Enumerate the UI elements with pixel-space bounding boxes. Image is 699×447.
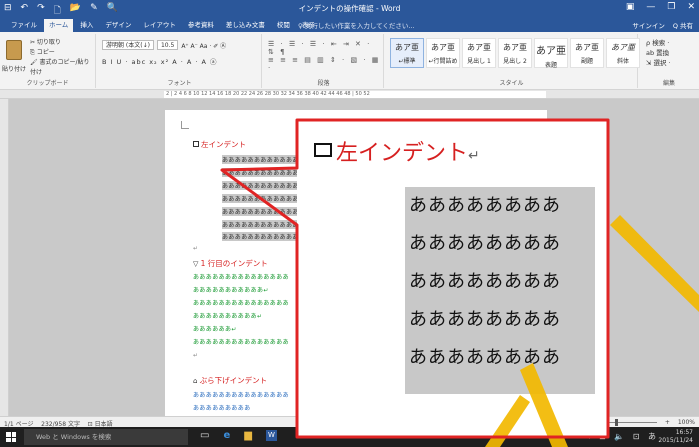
- clipboard-label: クリップボード: [26, 80, 69, 87]
- font-group: 游明朝 (本文(↓) 10.5 A⁺ A⁻ Aa · ✐ Ⓐ B I U · a…: [98, 34, 262, 88]
- zoom-level[interactable]: 100%: [678, 419, 695, 426]
- margin-marker: [181, 121, 189, 129]
- vertical-ruler[interactable]: [0, 99, 9, 416]
- paste-icon[interactable]: [6, 40, 22, 60]
- minimize-button[interactable]: —: [646, 2, 655, 12]
- file-explorer-icon[interactable]: ▆: [244, 430, 252, 441]
- font-name-select[interactable]: 游明朝 (本文(↓): [102, 40, 154, 50]
- taskbar-search[interactable]: Web と Windows を検索: [24, 429, 188, 445]
- window-title: インデントの操作確認 - Word: [298, 4, 401, 13]
- styles-label: スタイル: [499, 80, 524, 87]
- heading-hanging-indent[interactable]: ⌂ ぶら下げインデント: [193, 375, 267, 386]
- magnified-text-block: ああああああああ ああああああああ ああああああああ ああああああああ ああああ…: [405, 187, 595, 394]
- window-controls: ▣ — ❐ ✕: [626, 2, 695, 12]
- ribbon-display-icon[interactable]: ▣: [626, 2, 635, 12]
- replace-button[interactable]: ab 置換: [646, 48, 671, 58]
- editing-group: ρ 検索 · ab 置換 ⇲ 選択 · 編集: [640, 34, 698, 88]
- magnified-heading: 左インデント↵: [314, 135, 480, 167]
- clock[interactable]: 16:57 2015/11/24: [658, 429, 693, 445]
- tab-references[interactable]: 参考資料: [183, 19, 219, 32]
- tab-home[interactable]: ホーム: [44, 19, 74, 32]
- paragraph-group: ☰ · ☰ · ☰ · ⇤ ⇥ ✕ · ⇅ ¶ ≡ ≡ ≡ ▤ ▥ ⇕ · ▧ …: [264, 34, 384, 88]
- style-heading-2[interactable]: あア亜 見出し 2: [498, 38, 532, 68]
- styles-group: あア亜 ↵標準 あア亜 ↵行間詰め あア亜 見出し 1 あア亜 見出し 2 あア亜 表題 …: [386, 34, 640, 88]
- sign-in-link[interactable]: サインイン: [632, 20, 665, 30]
- paragraph-label: 段落: [317, 80, 330, 87]
- share-button[interactable]: Q 共有: [673, 20, 693, 30]
- paragraph-mark-2: ↵: [193, 352, 199, 359]
- restore-button[interactable]: ❐: [667, 2, 675, 12]
- tab-design[interactable]: デザイン: [100, 19, 136, 32]
- paragraph-row-2[interactable]: ≡ ≡ ≡ ▤ ▥ ⇕ · ▧ · ▦ ·: [268, 56, 383, 72]
- style-subtitle[interactable]: あア亜 副題: [570, 38, 604, 68]
- task-view-icon[interactable]: ▭: [200, 430, 209, 441]
- tab-review[interactable]: 校閲: [272, 19, 295, 32]
- tab-insert[interactable]: 挿入: [75, 19, 98, 32]
- paragraph-row-1[interactable]: ☰ · ☰ · ☰ · ⇤ ⇥ ✕ · ⇅ ¶: [268, 40, 383, 56]
- bullet-square-icon: [193, 141, 199, 147]
- copy-button[interactable]: ⎘ コピー: [30, 48, 95, 58]
- windows-start-icon[interactable]: [6, 432, 16, 442]
- close-button[interactable]: ✕: [687, 2, 695, 12]
- title-bar: ⊟ ↶ ↷ 🗋 📂 ✎ 🔍 インデントの操作確認 - Word ▣ — ❐ ✕: [0, 0, 699, 17]
- style-normal[interactable]: あア亜 ↵標準: [390, 38, 424, 68]
- triangle-icon: ▽: [193, 260, 201, 268]
- cut-button[interactable]: ✂ 切り取り: [30, 38, 95, 48]
- word-app-icon[interactable]: W: [265, 430, 277, 441]
- horizontal-ruler[interactable]: 2 | 2 4 6 8 10 12 14 16 18 20 22 24 26 2…: [0, 90, 699, 99]
- paragraph-mark: ↵: [193, 245, 199, 252]
- format-painter-button[interactable]: 🖌 書式のコピー/貼り付け: [30, 58, 95, 78]
- font-format-buttons[interactable]: B I U · abc x₂ x² A · A · A ⓐ: [102, 56, 218, 66]
- zoom-in-icon[interactable]: +: [665, 419, 670, 426]
- heading-first-line-indent[interactable]: ▽ 1 行目のインデント: [193, 258, 268, 269]
- style-no-spacing[interactable]: あア亜 ↵行間詰め: [426, 38, 460, 68]
- font-label: フォント: [167, 80, 192, 87]
- tab-file[interactable]: ファイル: [6, 19, 42, 32]
- edge-icon[interactable]: e: [223, 430, 230, 441]
- paste-button[interactable]: 貼り付け: [2, 64, 26, 73]
- font-grow-icon[interactable]: A⁺ A⁻ Aa · ✐ Ⓐ: [181, 41, 226, 50]
- tab-layout[interactable]: レイアウト: [138, 19, 181, 32]
- ruler-ticks: 2 | 2 4 6 8 10 12 14 16 18 20 22 24 26 2…: [166, 91, 370, 97]
- font-size-select[interactable]: 10.5: [156, 40, 179, 50]
- pentagon-icon: ⌂: [193, 377, 200, 385]
- style-emphasis[interactable]: あア亜 斜体: [606, 38, 640, 68]
- editing-label: 編集: [662, 80, 675, 87]
- style-heading-1[interactable]: あア亜 見出し 1: [462, 38, 496, 68]
- style-title[interactable]: あア亜 表題: [534, 38, 568, 69]
- select-button[interactable]: ⇲ 選択 ·: [646, 58, 671, 68]
- ribbon-tabs: ファイル ホーム 挿入 デザイン レイアウト 参考資料 差し込み文書 校閲 表示…: [0, 17, 699, 32]
- clipboard-group: 貼り付け ✂ 切り取り ⎘ コピー 🖌 書式のコピー/貼り付け クリップボード: [0, 34, 96, 88]
- tab-mailings[interactable]: 差し込み文書: [221, 19, 270, 32]
- magnified-square-icon: [314, 143, 332, 157]
- tell-me-search[interactable]: ♀ 実行したい作業を入力してください...: [298, 20, 415, 30]
- find-button[interactable]: ρ 検索 ·: [646, 38, 671, 48]
- ribbon: 貼り付け ✂ 切り取り ⎘ コピー 🖌 書式のコピー/貼り付け クリップボード …: [0, 32, 699, 90]
- heading-left-indent[interactable]: 左インデント: [193, 139, 246, 150]
